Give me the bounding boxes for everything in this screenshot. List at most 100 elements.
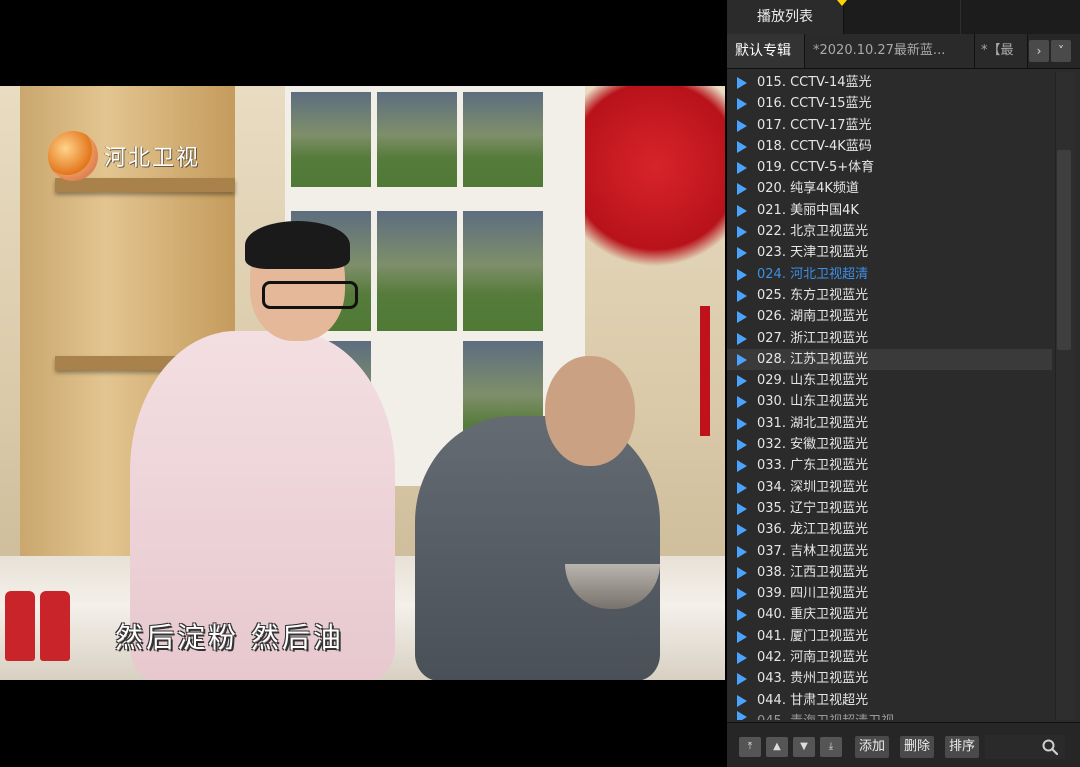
- playlist-item[interactable]: 036. 龙江卫视蓝光: [727, 519, 1052, 540]
- playlist-item[interactable]: 040. 重庆卫视蓝光: [727, 604, 1052, 625]
- playlist-item[interactable]: 024. 河北卫视超清: [727, 264, 1052, 285]
- delete-button[interactable]: 删除: [900, 736, 935, 758]
- playlist-item[interactable]: 026. 湖南卫视蓝光: [727, 306, 1052, 327]
- playlist-item[interactable]: 041. 厦门卫视蓝光: [727, 626, 1052, 647]
- playlist-item[interactable]: 017. CCTV-17蓝光: [727, 115, 1052, 136]
- play-icon: [737, 311, 747, 324]
- search-input[interactable]: [985, 735, 1065, 759]
- play-icon: [737, 673, 747, 686]
- playlist-item[interactable]: 033. 广东卫视蓝光: [727, 455, 1052, 476]
- player-window: 河北卫视 然后淀粉 然后油 播放列表 默认专辑 *2020.10.27最新蓝..…: [0, 0, 1080, 767]
- album-tab-default[interactable]: 默认专辑: [727, 34, 805, 68]
- scrollbar-thumb[interactable]: [1057, 150, 1071, 350]
- playlist-item-label: 028. 江苏卫视蓝光: [757, 351, 869, 367]
- play-icon: [737, 566, 747, 579]
- album-menu-button[interactable]: ˅: [1051, 40, 1071, 62]
- playlist-item[interactable]: 034. 深圳卫视蓝光: [727, 477, 1052, 498]
- playlist-item-label: 020. 纯享4K频道: [757, 181, 859, 197]
- play-icon: [737, 502, 747, 515]
- play-icon: [737, 481, 747, 494]
- playlist-item-label: 018. CCTV-4K蓝码: [757, 138, 872, 154]
- tab-empty-1[interactable]: [844, 0, 961, 34]
- playlist-item[interactable]: 029. 山东卫视蓝光: [727, 370, 1052, 391]
- playlist-item-label: 032. 安徽卫视蓝光: [757, 437, 869, 453]
- playlist-item[interactable]: 020. 纯享4K频道: [727, 178, 1052, 199]
- play-icon: [737, 694, 747, 707]
- album-tab-3[interactable]: *【最: [975, 34, 1028, 68]
- playlist-item-label: 044. 甘肃卫视超光: [757, 692, 869, 708]
- playlist-item-label: 017. CCTV-17蓝光: [757, 117, 872, 133]
- move-down-button[interactable]: ▼: [793, 737, 815, 757]
- album-tab-2[interactable]: *2020.10.27最新蓝...: [805, 34, 975, 68]
- playlist-item[interactable]: 043. 贵州卫视蓝光: [727, 668, 1052, 689]
- play-icon: [737, 247, 747, 260]
- playlist-item[interactable]: 044. 甘肃卫视超光: [727, 690, 1052, 711]
- playlist-item-label: 027. 浙江卫视蓝光: [757, 330, 869, 346]
- playlist-item-label: 034. 深圳卫视蓝光: [757, 479, 869, 495]
- playlist-panel: 播放列表 默认专辑 *2020.10.27最新蓝... *【最 › ˅ 015.…: [727, 0, 1080, 767]
- add-button[interactable]: 添加: [855, 736, 890, 758]
- play-icon: [737, 140, 747, 153]
- playlist-item[interactable]: 037. 吉林卫视蓝光: [727, 541, 1052, 562]
- play-icon: [737, 183, 747, 196]
- playlist-item[interactable]: 025. 东方卫视蓝光: [727, 285, 1052, 306]
- move-up-button[interactable]: ▲: [766, 737, 788, 757]
- playlist-item[interactable]: 031. 湖北卫视蓝光: [727, 413, 1052, 434]
- playlist-item-label: 040. 重庆卫视蓝光: [757, 607, 869, 623]
- playlist-item-label: 036. 龙江卫视蓝光: [757, 522, 869, 538]
- move-top-button[interactable]: ⤒: [739, 737, 761, 757]
- play-icon: [737, 204, 747, 217]
- play-icon: [737, 268, 747, 281]
- play-icon: [737, 332, 747, 345]
- tab-playlist[interactable]: 播放列表: [727, 0, 844, 34]
- playlist-item-label: 045. 青海卫视超清卫视: [757, 714, 894, 720]
- playlist-item[interactable]: 042. 河南卫视蓝光: [727, 647, 1052, 668]
- playlist-item[interactable]: 035. 辽宁卫视蓝光: [727, 498, 1052, 519]
- playlist-item-label: 021. 美丽中国4K: [757, 202, 859, 218]
- tab-empty-2[interactable]: [961, 0, 1080, 34]
- play-icon: [737, 396, 747, 409]
- playlist-item[interactable]: 015. CCTV-14蓝光: [727, 72, 1052, 93]
- playlist-toolbar: ⤒ ▲ ▼ ⤓ 添加 删除 排序: [727, 722, 1080, 767]
- playlist-item[interactable]: 032. 安徽卫视蓝光: [727, 434, 1052, 455]
- playlist-item-label: 025. 东方卫视蓝光: [757, 287, 869, 303]
- channel-logo: 河北卫视: [48, 126, 200, 186]
- playlist-item[interactable]: 027. 浙江卫视蓝光: [727, 328, 1052, 349]
- playlist-item-label: 035. 辽宁卫视蓝光: [757, 500, 869, 516]
- playlist-item[interactable]: 016. CCTV-15蓝光: [727, 93, 1052, 114]
- tab-marker-icon: [837, 0, 847, 6]
- playlist-item-label: 039. 四川卫视蓝光: [757, 586, 869, 602]
- playlist-item[interactable]: 018. CCTV-4K蓝码: [727, 136, 1052, 157]
- playlist-item-label: 023. 天津卫视蓝光: [757, 245, 869, 261]
- play-icon: [737, 652, 747, 665]
- sort-button[interactable]: 排序: [945, 736, 980, 758]
- play-icon: [737, 77, 747, 89]
- move-bottom-button[interactable]: ⤓: [820, 737, 842, 757]
- playlist-item[interactable]: 019. CCTV-5+体育: [727, 157, 1052, 178]
- playlist-item-partial[interactable]: 045. 青海卫视超清卫视: [727, 710, 1052, 720]
- playlist-item[interactable]: 030. 山东卫视蓝光: [727, 391, 1052, 412]
- video-area[interactable]: 河北卫视 然后淀粉 然后油: [0, 86, 725, 680]
- channel-logo-text: 河北卫视: [104, 146, 201, 171]
- playlist-item[interactable]: 021. 美丽中国4K: [727, 200, 1052, 221]
- playlist-item-label: 041. 厦门卫视蓝光: [757, 628, 869, 644]
- video-scene-decoration: [585, 86, 725, 286]
- playlist-list: 015. CCTV-14蓝光 016. CCTV-15蓝光 017. CCTV-17…: [727, 72, 1052, 720]
- play-icon: [737, 710, 747, 720]
- play-icon: [737, 609, 747, 622]
- play-icon: [737, 417, 747, 430]
- playlist-item[interactable]: 039. 四川卫视蓝光: [727, 583, 1052, 604]
- album-next-button[interactable]: ›: [1029, 40, 1049, 62]
- playlist-item[interactable]: 022. 北京卫视蓝光: [727, 221, 1052, 242]
- playlist-item[interactable]: 023. 天津卫视蓝光: [727, 242, 1052, 263]
- playlist-item[interactable]: 028. 江苏卫视蓝光: [727, 348, 1052, 371]
- playlist-item[interactable]: 038. 江西卫视蓝光: [727, 562, 1052, 583]
- playlist-scrollbar[interactable]: [1055, 72, 1074, 720]
- search-icon[interactable]: [1041, 738, 1059, 756]
- playlist-item-label: 019. CCTV-5+体育: [757, 160, 875, 176]
- play-icon: [737, 226, 747, 239]
- playlist-item-label: 029. 山东卫视蓝光: [757, 373, 869, 389]
- panel-tab-bar: 播放列表: [727, 0, 1080, 34]
- playlist-item-label: 031. 湖北卫视蓝光: [757, 415, 869, 431]
- play-icon: [737, 460, 747, 473]
